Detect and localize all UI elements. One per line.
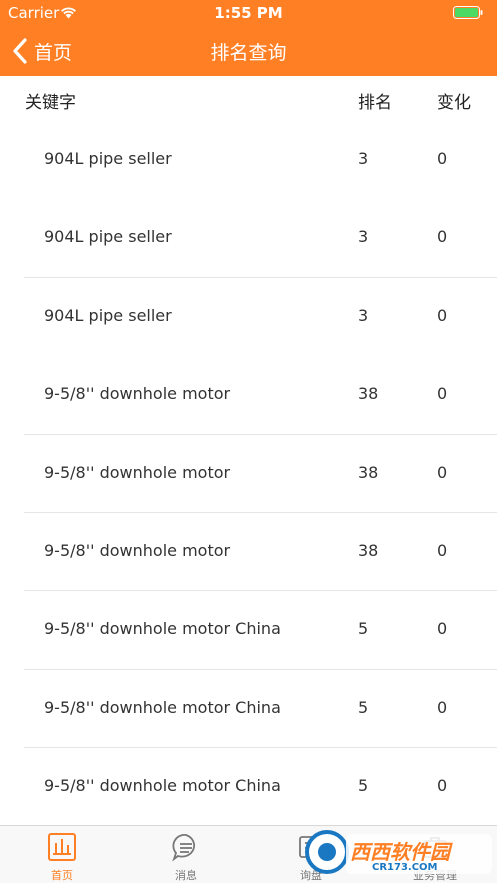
keyword-cell: 904L pipe seller	[44, 227, 172, 247]
change-cell: 0	[437, 149, 448, 168]
message-icon	[172, 834, 195, 862]
tab-messages[interactable]: 消息	[124, 826, 248, 883]
table-row[interactable]: 904L pipe seller 3 0	[0, 121, 497, 199]
table-header: 关键字 排名 变化	[0, 76, 497, 121]
table-row[interactable]: 904L pipe seller 3 0	[0, 199, 497, 279]
change-cell: 0	[437, 227, 448, 247]
change-cell: 0	[437, 462, 448, 482]
tab-label: 消息	[175, 869, 197, 882]
page-title: 排名查询	[210, 42, 287, 64]
keyword-cell: 9-5/8'' downhole motor China	[44, 619, 281, 639]
ranking-list: 904L pipe seller 3 0 904L pipe seller 3 …	[0, 121, 497, 827]
rank-cell: 38	[358, 384, 379, 404]
change-cell: 0	[437, 305, 448, 325]
rank-cell: 5	[358, 619, 369, 639]
rank-cell: 38	[358, 462, 379, 482]
rank-cell: 3	[358, 149, 369, 168]
table-row[interactable]: 9-5/8'' downhole motor China 5 0	[0, 748, 497, 826]
status-time: 1:55 PM	[214, 4, 283, 22]
tab-home[interactable]: 首页	[0, 826, 124, 883]
table-row[interactable]: 9-5/8'' downhole motor China 5 0	[0, 670, 497, 749]
table-row[interactable]: 9-5/8'' downhole motor 38 0	[0, 513, 497, 592]
status-bar: Carrier 1:55 PM	[0, 0, 497, 26]
chart-icon	[48, 833, 76, 861]
keyword-cell: 904L pipe seller	[44, 305, 172, 325]
navigation-bar: 首页 排名查询	[0, 26, 497, 76]
column-header-rank: 排名	[358, 93, 392, 113]
change-cell: 0	[437, 619, 448, 639]
change-cell: 0	[437, 697, 448, 717]
keyword-cell: 9-5/8'' downhole motor China	[44, 697, 281, 717]
rank-cell: 3	[358, 305, 369, 325]
keyword-cell: 904L pipe seller	[44, 149, 172, 168]
keyword-cell: 9-5/8'' downhole motor	[44, 540, 231, 560]
change-cell: 0	[437, 384, 448, 404]
table-row[interactable]: 9-5/8'' downhole motor 38 0	[0, 356, 497, 435]
rank-cell: 5	[358, 697, 369, 717]
table-row[interactable]: 9-5/8'' downhole motor China 5 0	[0, 591, 497, 671]
table-row[interactable]: 9-5/8'' downhole motor 38 0	[0, 435, 497, 514]
watermark-subtext: CR173.COM	[372, 862, 438, 873]
keyword-cell: 9-5/8'' downhole motor	[44, 462, 231, 482]
table-row[interactable]: 904L pipe seller 3 0	[0, 278, 497, 356]
column-header-keyword: 关键字	[25, 93, 76, 113]
battery-icon	[453, 6, 483, 19]
keyword-cell: 9-5/8'' downhole motor	[44, 384, 231, 404]
rank-cell: 38	[358, 540, 379, 560]
tab-label: 首页	[51, 869, 73, 882]
change-cell: 0	[437, 540, 448, 560]
change-cell: 0	[437, 776, 448, 796]
rank-cell: 5	[358, 776, 369, 796]
column-header-change: 变化	[437, 93, 471, 113]
watermark-text: 西西软件园	[350, 840, 450, 864]
rank-cell: 3	[358, 227, 369, 247]
keyword-cell: 9-5/8'' downhole motor China	[44, 776, 281, 796]
